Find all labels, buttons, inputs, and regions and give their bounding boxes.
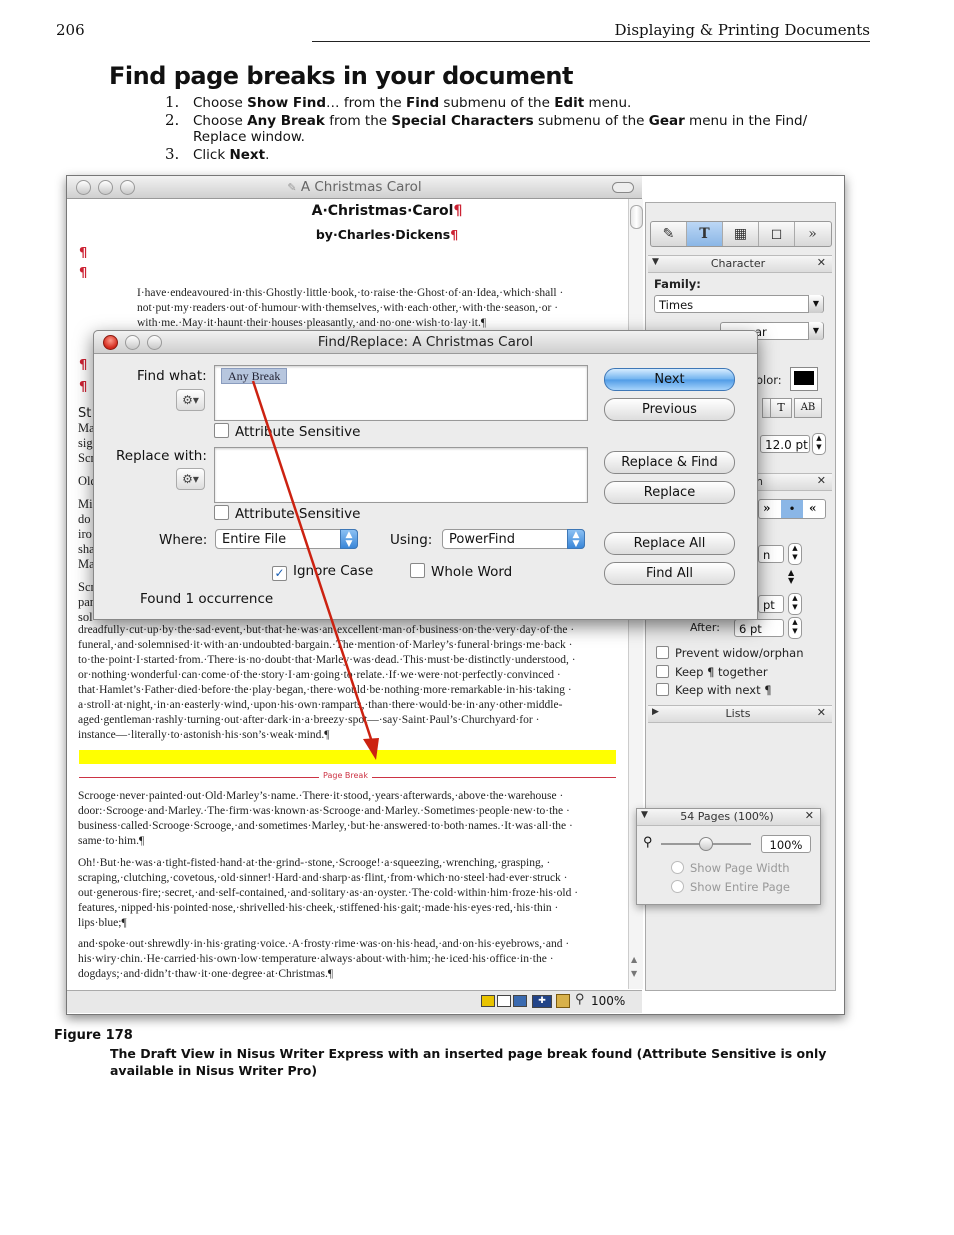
step-text: from the: [324, 113, 392, 129]
step-bold: Special Characters: [391, 113, 534, 129]
annotation-arrow-line: [251, 380, 374, 743]
screenshot-figure: ✎ A Christmas Carol A·Christmas·Carol¶ b…: [66, 175, 845, 1015]
step-number: 1.: [165, 93, 180, 111]
step-text: Choose: [193, 95, 248, 111]
step-bold: Gear: [648, 113, 685, 129]
running-head: Displaying & Printing Documents: [614, 21, 870, 39]
header-rule: [312, 41, 870, 42]
step-bold: Show Find: [247, 95, 327, 111]
step-number: 3.: [165, 145, 180, 163]
step-1: 1. Choose Show Find… from the Find submen…: [165, 94, 631, 112]
step-bold: Next: [229, 147, 266, 163]
page-number: 206: [56, 21, 85, 39]
step-text: .: [265, 147, 270, 163]
step-text: … from the: [326, 95, 406, 111]
figure-caption: The Draft View in Nisus Writer Express w…: [110, 1046, 827, 1078]
step-text: Choose: [193, 113, 248, 129]
annotation-arrow: [251, 380, 379, 760]
step-bold: Find: [406, 95, 440, 111]
step-text: submenu of the: [439, 95, 555, 111]
step-2: 2. Choose Any Break from the Special Char…: [165, 112, 807, 130]
section-title: Find page breaks in your document: [109, 62, 573, 90]
step-bold: Edit: [554, 95, 585, 111]
step-number: 2.: [165, 111, 180, 129]
step-bold: Any Break: [247, 113, 325, 129]
step-3: 3. Click Next.: [165, 146, 269, 164]
step-text: menu in the Find/: [684, 113, 808, 129]
step-text: submenu of the: [533, 113, 649, 129]
step-text: menu.: [584, 95, 632, 111]
figure-label: Figure 178: [54, 1028, 133, 1043]
step-text: Click: [193, 147, 230, 163]
step-2-line-2: Replace window.: [193, 129, 305, 145]
annotation-arrow-head: [363, 738, 379, 760]
